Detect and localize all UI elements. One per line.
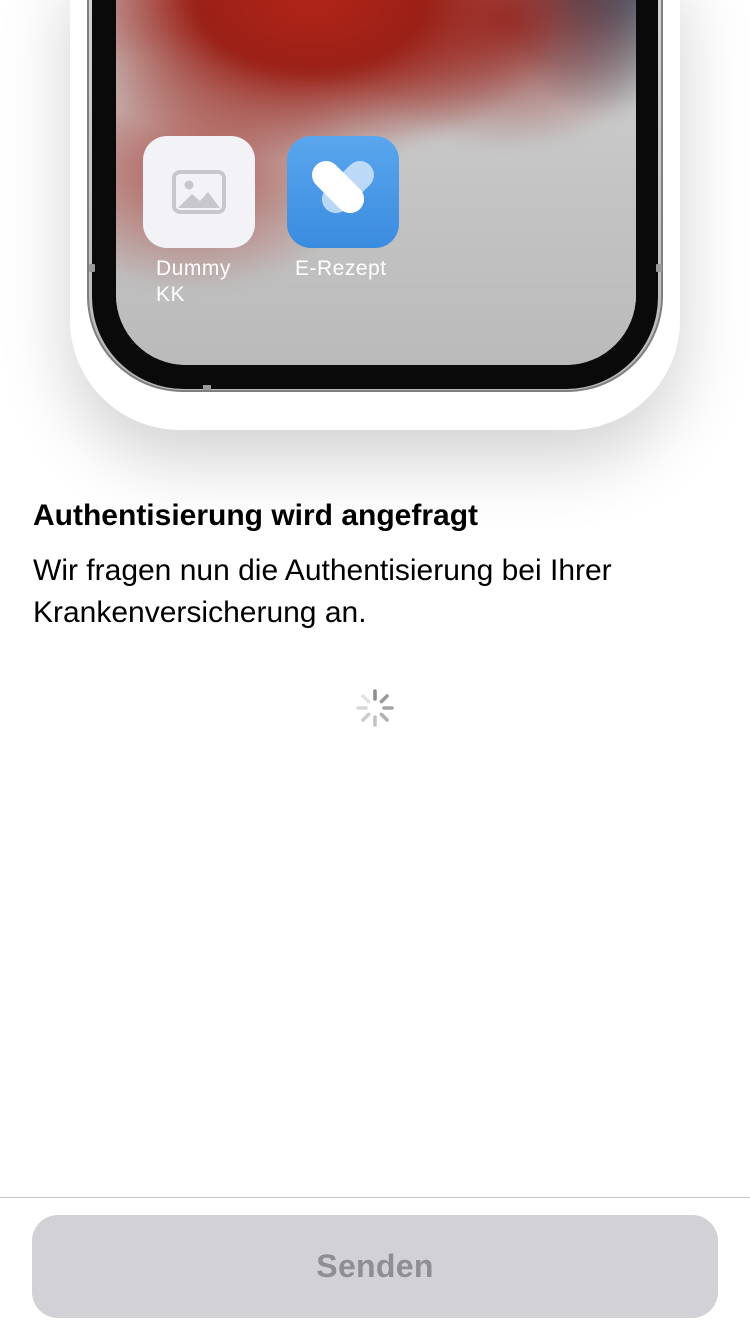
send-button[interactable]: Senden bbox=[32, 1215, 718, 1318]
image-placeholder-icon bbox=[143, 136, 255, 248]
page-title: Authentisierung wird angefragt bbox=[33, 499, 479, 532]
page-description: Wir fragen nun die Authentisierung bei I… bbox=[33, 554, 612, 629]
app-e-rezept: E-Rezept bbox=[287, 136, 399, 280]
footer-divider bbox=[0, 1197, 750, 1198]
phone-bottom-nub bbox=[203, 385, 211, 390]
phone-side-button-left bbox=[89, 264, 95, 272]
screen: Dummy KK E-Rezept Authentisierung wird a… bbox=[0, 0, 750, 1334]
phone-illustration: Dummy KK E-Rezept bbox=[0, 0, 750, 470]
loading-spinner-icon bbox=[355, 688, 395, 728]
heart-app-icon bbox=[287, 136, 399, 248]
phone-side-button-right bbox=[656, 264, 662, 272]
app-label: E-Rezept bbox=[295, 257, 387, 280]
app-label: Dummy KK bbox=[156, 257, 231, 306]
app-dummy-kk: Dummy KK bbox=[143, 136, 255, 306]
